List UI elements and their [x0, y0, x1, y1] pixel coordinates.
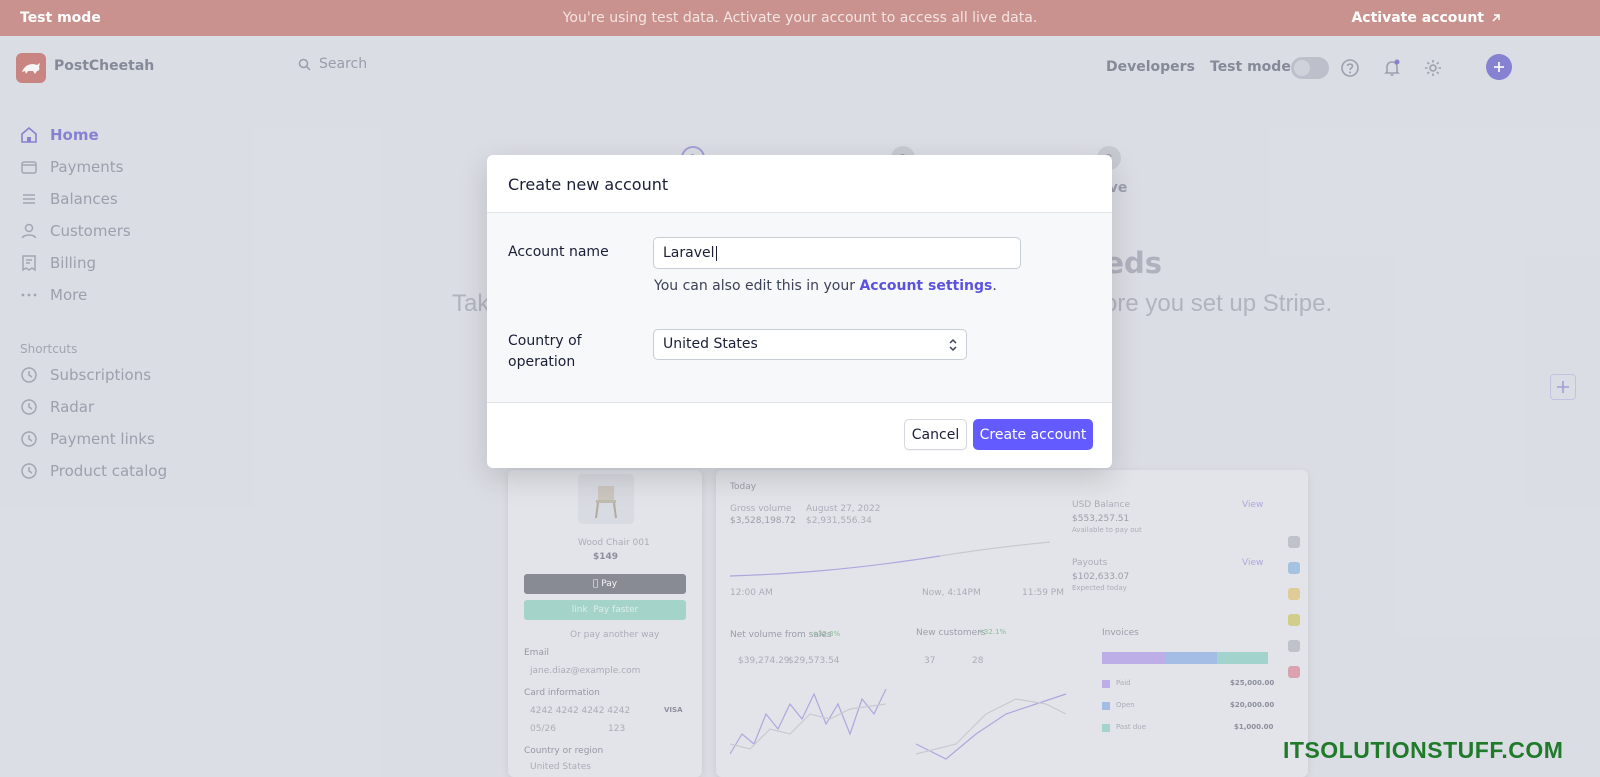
country-label-line1: Country of	[508, 333, 582, 349]
account-name-help: You can also edit this in your Account s…	[654, 278, 997, 294]
create-account-button[interactable]: Create account	[973, 419, 1093, 450]
account-settings-link[interactable]: Account settings	[859, 278, 992, 294]
country-select[interactable]: United States	[653, 329, 967, 360]
account-name-input[interactable]: Laravel	[653, 237, 1021, 269]
dialog-title: Create new account	[487, 155, 1112, 213]
help-suffix: .	[992, 278, 997, 294]
activate-account-label: Activate account	[1351, 10, 1484, 26]
activate-account-link[interactable]: Activate account	[1351, 10, 1502, 26]
help-text: You can also edit this in your	[654, 278, 860, 294]
account-name-label: Account name	[508, 244, 609, 260]
text-cursor	[715, 245, 717, 261]
test-mode-banner: Test mode You're using test data. Activa…	[0, 0, 1600, 36]
site-watermark: ITSOLUTIONSTUFF.COM	[1283, 737, 1564, 763]
create-account-dialog: Create new account Account name Laravel …	[487, 155, 1112, 468]
country-label-line2: operation	[508, 354, 576, 370]
cancel-button[interactable]: Cancel	[904, 419, 967, 450]
dialog-footer: Cancel Create account	[487, 403, 1112, 468]
dialog-body: Account name Laravel You can also edit t…	[487, 213, 1112, 403]
account-name-value: Laravel	[663, 245, 715, 261]
select-arrows-icon	[949, 338, 957, 352]
country-select-value: United States	[663, 336, 758, 352]
arrow-up-right-icon	[1492, 14, 1500, 22]
